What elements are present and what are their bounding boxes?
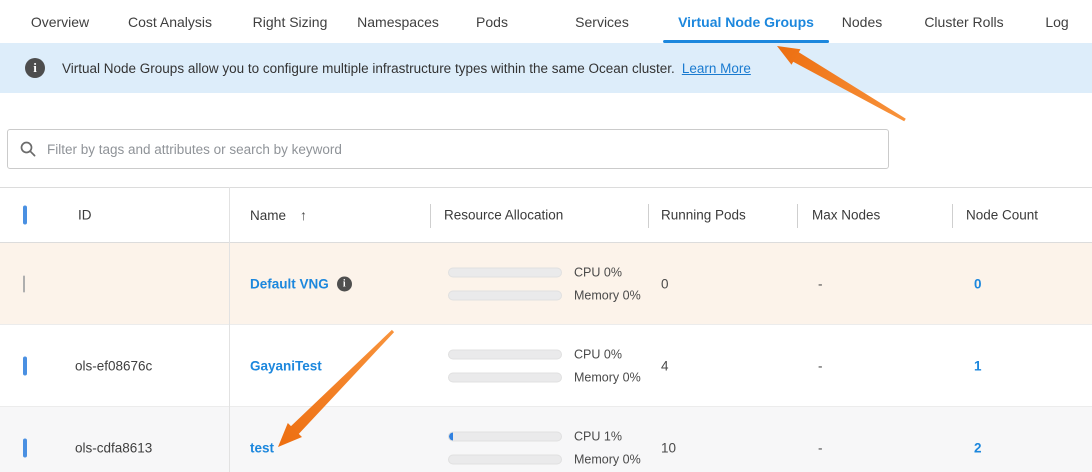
memory-usage-label: Memory 0% [574, 288, 652, 302]
header-divider [797, 204, 798, 228]
tab-cost-analysis[interactable]: Cost Analysis [128, 0, 212, 43]
learn-more-link[interactable]: Learn More [682, 61, 751, 76]
node-count-link[interactable]: 2 [974, 441, 982, 456]
row-checkbox-disabled [23, 275, 25, 292]
running-pods-value: 10 [661, 441, 676, 456]
info-icon: i [25, 58, 45, 78]
column-header-name[interactable]: Name ↑ [250, 207, 307, 223]
vng-table: ID Name ↑ Resource Allocation Running Po… [0, 187, 1092, 472]
cpu-progress-bar [448, 432, 562, 442]
max-nodes-value: - [818, 441, 823, 456]
info-banner-text: Virtual Node Groups allow you to configu… [62, 61, 675, 76]
cluster-tab-bar: Overview Cost Analysis Right Sizing Name… [0, 0, 1092, 43]
max-nodes-value: - [818, 276, 823, 291]
cpu-usage-label: CPU 0% [574, 265, 652, 279]
resource-allocation-cell: CPU 0% Memory 0% [448, 347, 652, 384]
vng-name-link[interactable]: GayaniTest [250, 358, 322, 373]
search-input[interactable] [47, 142, 876, 157]
tab-log[interactable]: Log [1045, 0, 1068, 43]
table-header-row: ID Name ↑ Resource Allocation Running Po… [0, 188, 1092, 243]
tab-virtual-node-groups[interactable]: Virtual Node Groups [678, 0, 814, 43]
memory-progress-bar [448, 455, 562, 465]
row-checkbox[interactable] [23, 356, 27, 375]
table-row-gayanitest: ols-ef08676c GayaniTest CPU 0% Memory 0%… [0, 325, 1092, 407]
resource-allocation-cell: CPU 1% Memory 0% [448, 430, 652, 467]
header-divider [952, 204, 953, 228]
running-pods-value: 0 [661, 276, 669, 291]
max-nodes-value: - [818, 358, 823, 373]
tab-namespaces[interactable]: Namespaces [357, 0, 439, 43]
info-banner: i Virtual Node Groups allow you to confi… [0, 43, 1092, 93]
table-row-test: ols-cdfa8613 test CPU 1% Memory 0% 10 - … [0, 407, 1092, 472]
memory-progress-bar [448, 372, 562, 382]
cpu-progress-bar [448, 267, 562, 277]
column-header-resource-allocation[interactable]: Resource Allocation [444, 208, 563, 223]
vng-id: ols-cdfa8613 [75, 441, 152, 456]
tab-pods[interactable]: Pods [476, 0, 508, 43]
header-divider [648, 204, 649, 228]
tab-services[interactable]: Services [575, 0, 629, 43]
vng-info-icon[interactable]: i [337, 276, 352, 291]
node-count-link[interactable]: 0 [974, 276, 982, 291]
tab-nodes[interactable]: Nodes [842, 0, 882, 43]
running-pods-value: 4 [661, 358, 669, 373]
tab-right-sizing[interactable]: Right Sizing [253, 0, 328, 43]
node-count-link[interactable]: 1 [974, 358, 982, 373]
filter-search-bar [7, 129, 889, 169]
memory-progress-bar [448, 290, 562, 300]
header-divider [430, 204, 431, 228]
tab-overview[interactable]: Overview [31, 0, 89, 43]
memory-usage-label: Memory 0% [574, 370, 652, 384]
column-header-max-nodes[interactable]: Max Nodes [812, 208, 880, 223]
cpu-progress-bar [448, 349, 562, 359]
vng-name-link[interactable]: Default VNG [250, 276, 329, 291]
select-all-checkbox[interactable] [23, 206, 27, 225]
column-divider [229, 187, 230, 472]
sort-ascending-icon[interactable]: ↑ [300, 207, 307, 223]
column-header-running-pods[interactable]: Running Pods [661, 208, 746, 223]
row-checkbox[interactable] [23, 439, 27, 458]
column-header-name-label: Name [250, 208, 286, 223]
virtual-node-groups-page: Overview Cost Analysis Right Sizing Name… [0, 0, 1092, 472]
column-header-node-count[interactable]: Node Count [966, 208, 1038, 223]
vng-id: ols-ef08676c [75, 358, 152, 373]
tab-cluster-rolls[interactable]: Cluster Rolls [924, 0, 1003, 43]
resource-allocation-cell: CPU 0% Memory 0% [448, 265, 652, 302]
cpu-usage-label: CPU 0% [574, 347, 652, 361]
vng-name-link[interactable]: test [250, 441, 274, 456]
table-row-default-vng: Default VNG i CPU 0% Memory 0% 0 - 0 [0, 243, 1092, 325]
memory-usage-label: Memory 0% [574, 453, 652, 467]
cpu-usage-label: CPU 1% [574, 430, 652, 444]
column-header-id[interactable]: ID [78, 208, 92, 223]
search-icon [20, 141, 36, 157]
